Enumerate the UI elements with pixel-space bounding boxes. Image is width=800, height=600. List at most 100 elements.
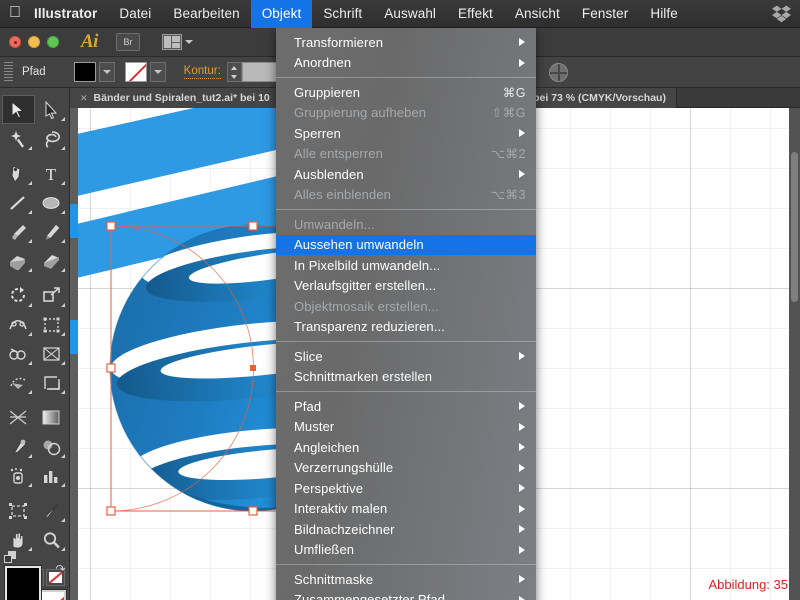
pen-tool[interactable] [2,159,35,188]
menu-item-label: Objektmosaik erstellen... [294,298,439,314]
close-icon[interactable]: ✕ [80,93,88,104]
zoom-tool[interactable] [35,525,68,554]
tools-grid-5 [2,496,68,554]
hand-tool[interactable] [2,525,35,554]
artboard-tool[interactable] [2,496,35,525]
menu-item-zusammengesetzter-pfad[interactable]: Zusammengesetzter Pfad [276,590,536,600]
chevron-down-icon [153,70,162,74]
pencil-tool[interactable] [35,217,68,246]
dropbox-icon[interactable] [772,4,791,23]
menubar-item-ansicht[interactable]: Ansicht [504,0,571,28]
menu-item-muster[interactable]: Muster [276,417,536,438]
menu-item-shortcut: ⌥⌘3 [490,188,526,203]
menubar-item-hilfe[interactable]: Hilfe [639,0,689,28]
minimize-window-button[interactable] [28,36,40,48]
menubar-item-bearbeiten[interactable]: Bearbeiten [162,0,250,28]
maximize-window-button[interactable] [47,36,59,48]
close-window-button[interactable] [9,36,21,48]
direct-selection-tool[interactable] [35,95,68,124]
menu-item-gruppieren[interactable]: Gruppieren ⌘G [276,82,536,103]
free-transform-tool[interactable] [35,310,68,339]
menu-item-pfad[interactable]: Pfad [276,396,536,417]
magic-wand-tool[interactable] [2,124,35,153]
eyedropper-tool[interactable] [2,432,35,461]
menu-item-ausblenden[interactable]: Ausblenden [276,164,536,185]
selection-tool[interactable] [1,95,35,124]
menu-item-transparenz-reduzieren[interactable]: Transparenz reduzieren... [276,317,536,338]
arrange-documents-button[interactable] [161,34,193,50]
rotate-tool[interactable] [2,281,35,310]
menu-item-label: Gruppieren [294,84,361,100]
menu-item-schnittmarken-erstellen[interactable]: Schnittmarken erstellen [276,367,536,388]
objekt-dropdown-menu[interactable]: Transformieren Anordnen Gruppieren ⌘G Gr… [276,28,536,600]
blob-brush-tool[interactable] [2,246,35,275]
control-bar-grip[interactable] [4,62,13,82]
lasso-tool[interactable] [35,124,68,153]
canvas-vertical-scrollbar[interactable] [789,108,800,600]
mesh-tool[interactable] [2,368,35,397]
menu-item-anordnen[interactable]: Anordnen [276,53,536,74]
line-segment-tool[interactable] [2,188,35,217]
selected-object-type-label: Pfad [22,66,46,78]
menubar-item-auswahl[interactable]: Auswahl [373,0,447,28]
menu-separator [276,564,536,565]
chevron-down-icon [184,40,193,44]
gradient-tool[interactable] [35,368,68,397]
fill-color-indicator[interactable] [4,566,41,600]
menu-item-shortcut: ⌘G [502,85,526,100]
type-tool[interactable]: T [35,159,68,188]
menubar-item-schrift[interactable]: Schrift [312,0,373,28]
default-fill-stroke-icon[interactable] [3,551,17,564]
menu-item-umfliessen[interactable]: Umfließen [276,540,536,561]
menu-item-aussehen-umwandeln[interactable]: Aussehen umwandeln [276,234,536,255]
tools-grid-4 [2,403,68,490]
fill-swatch-dropdown[interactable] [98,62,115,82]
stroke-color-swatch[interactable] [124,62,147,82]
menu-item-label: Schnittmarken erstellen [294,369,433,385]
apple-logo-icon[interactable]:  [0,4,30,23]
perspective-grid-tool[interactable] [35,339,68,368]
scrollbar-thumb[interactable] [791,152,798,302]
blend-tool[interactable] [35,432,68,461]
column-graph-tool[interactable] [35,461,68,490]
paintbrush-tool[interactable] [2,217,35,246]
menu-item-verlaufsgitter-erstellen[interactable]: Verlaufsgitter erstellen... [276,276,536,297]
stroke-weight-stepper[interactable] [226,62,242,82]
menubar-item-effekt[interactable]: Effekt [447,0,504,28]
document-setup-icon[interactable] [548,62,568,82]
shape-builder-tool[interactable] [2,339,35,368]
menu-separator [276,391,536,392]
gradient-swatch-tool[interactable] [35,403,68,432]
menu-item-perspektive[interactable]: Perspektive [276,478,536,499]
stroke-weight-label[interactable]: Kontur: [183,65,221,79]
menubar-item-datei[interactable]: Datei [108,0,162,28]
symbol-sprayer-placeholder[interactable] [2,403,35,432]
macos-menubar:  Illustrator Datei Bearbeiten Objekt Sc… [0,0,800,28]
menu-item-transformieren[interactable]: Transformieren [276,32,536,53]
menu-item-verzerrungshuelle[interactable]: Verzerrungshülle [276,458,536,479]
menu-item-slice[interactable]: Slice [276,346,536,367]
slice-tool[interactable] [35,496,68,525]
menu-item-label: Alles einblenden [294,187,392,203]
menu-item-interaktiv-malen[interactable]: Interaktiv malen [276,499,536,520]
menu-item-in-pixelbild-umwandeln[interactable]: In Pixelbild umwandeln... [276,255,536,276]
menu-item-gruppierung-aufheben: Gruppierung aufheben ⇧⌘G [276,103,536,124]
scale-tool[interactable] [35,281,68,310]
eraser-tool[interactable] [35,246,68,275]
bridge-button[interactable]: Br [115,33,140,51]
menu-item-angleichen[interactable]: Angleichen [276,437,536,458]
width-tool[interactable] [2,310,35,339]
fill-color-swatch[interactable] [73,62,96,82]
menu-item-bildnachzeichner[interactable]: Bildnachzeichner [276,519,536,540]
menu-item-alles-einblenden: Alles einblenden ⌥⌘3 [276,185,536,206]
ellipse-tool[interactable] [35,188,68,217]
stroke-swatch-dropdown[interactable] [149,62,166,82]
document-tab-1[interactable]: ✕ Bänder und Spiralen_tut2.ai* bei 10 [70,88,281,108]
menu-item-schnittmaske[interactable]: Schnittmaske [276,569,536,590]
menubar-item-fenster[interactable]: Fenster [571,0,639,28]
symbol-sprayer-tool[interactable] [2,461,35,490]
tools-grid-1 [1,95,68,153]
menubar-item-objekt[interactable]: Objekt [250,0,313,28]
menu-item-sperren[interactable]: Sperren [276,123,536,144]
menubar-item-illustrator[interactable]: Illustrator [30,0,108,28]
